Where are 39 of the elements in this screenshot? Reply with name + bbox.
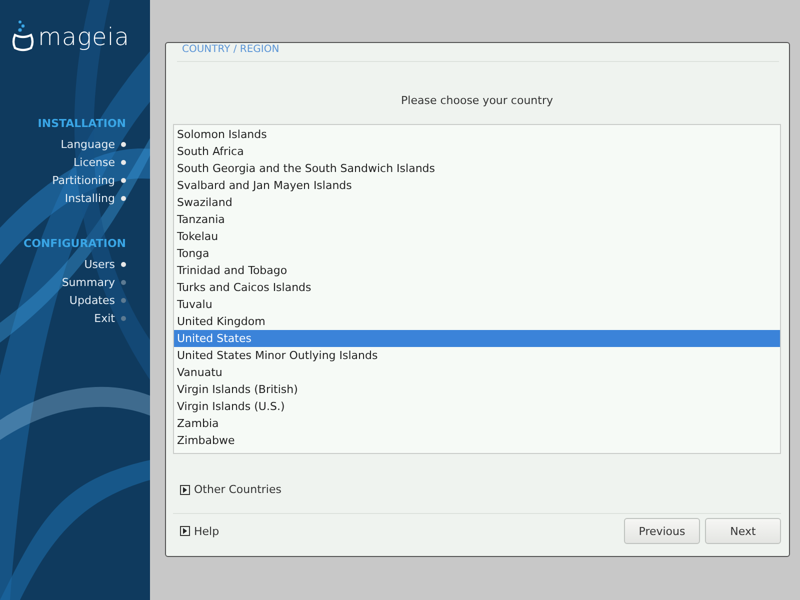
step-label: Users <box>84 258 115 270</box>
country-item[interactable]: Tonga <box>174 245 780 262</box>
country-item[interactable]: United States Minor Outlying Islands <box>174 347 780 364</box>
step-label: Partitioning <box>52 174 115 186</box>
country-item[interactable]: Zambia <box>174 415 780 432</box>
cauldron-icon <box>12 20 34 53</box>
section-title: CONFIGURATION <box>22 237 126 250</box>
next-button[interactable]: Next <box>705 518 781 544</box>
country-item[interactable]: Tokelau <box>174 228 780 245</box>
country-item[interactable]: Tuvalu <box>174 296 780 313</box>
country-item[interactable]: United States <box>174 330 780 347</box>
country-item[interactable]: Swaziland <box>174 194 780 211</box>
country-item[interactable]: Svalbard and Jan Mayen Islands <box>174 177 780 194</box>
previous-button[interactable]: Previous <box>624 518 700 544</box>
section-title: INSTALLATION <box>36 117 126 130</box>
panel-title: COUNTRY / REGION <box>177 43 779 62</box>
logo-text: mageia <box>38 24 130 48</box>
step-label: License <box>74 156 115 168</box>
step-label: Installing <box>64 192 115 204</box>
country-item[interactable]: Vanuatu <box>174 364 780 381</box>
expander-icon <box>180 484 190 494</box>
country-item[interactable]: United Kingdom <box>174 313 780 330</box>
expander-icon <box>180 526 190 536</box>
step-label: Updates <box>69 294 115 306</box>
step-label: Exit <box>94 312 115 324</box>
country-item[interactable]: South Georgia and the South Sandwich Islands <box>174 160 780 177</box>
country-item[interactable]: Trinidad and Tobago <box>174 262 780 279</box>
prompt-text: Please choose your country <box>400 94 554 107</box>
other-countries-expander[interactable]: Other Countries <box>173 483 781 496</box>
step-label: Language <box>60 138 115 150</box>
country-item[interactable]: Virgin Islands (British) <box>174 381 780 398</box>
country-item[interactable]: Virgin Islands (U.S.) <box>174 398 780 415</box>
country-item[interactable]: Tanzania <box>174 211 780 228</box>
help-expander[interactable]: Help <box>173 524 220 538</box>
country-item[interactable]: Solomon Islands <box>174 126 780 143</box>
country-item[interactable]: Zimbabwe <box>174 432 780 449</box>
country-item[interactable]: South Africa <box>174 143 780 160</box>
step-label: Summary <box>62 276 115 288</box>
country-item[interactable]: Turks and Caicos Islands <box>174 279 780 296</box>
